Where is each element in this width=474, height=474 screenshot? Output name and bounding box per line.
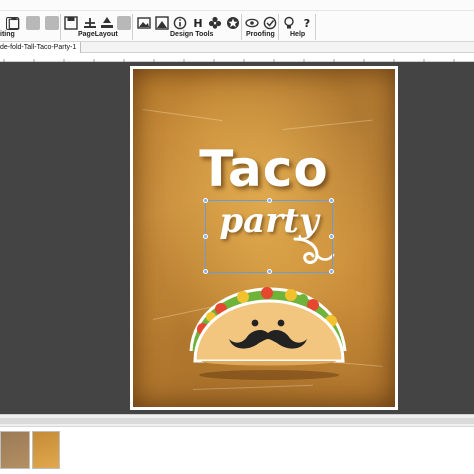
group-label-design-tools: Design Tools: [170, 31, 214, 38]
design-canvas[interactable]: Taco party: [0, 62, 474, 414]
group-label-proofing: Proofing: [246, 31, 275, 38]
scrollbar-thumb[interactable]: [0, 418, 474, 424]
group-separator: [60, 14, 61, 40]
page-thumbnail-strip: [0, 426, 474, 474]
selection-box[interactable]: [203, 198, 334, 274]
taco-illustration[interactable]: [181, 281, 353, 381]
resize-handle[interactable]: [329, 269, 334, 274]
document-tab[interactable]: de-fold-Tall-Taco-Party-1: [0, 42, 82, 53]
group-separator: [315, 14, 316, 40]
group-label-editing: iting: [0, 31, 15, 38]
page-card[interactable]: Taco party: [130, 66, 398, 410]
resize-handle[interactable]: [203, 234, 208, 239]
ribbon-toolbar: iting PageLayout H Design Tools Proofing: [0, 0, 474, 42]
resize-handle[interactable]: [329, 198, 334, 203]
eye-icon[interactable]: [244, 15, 260, 31]
page-thumbnail-1[interactable]: [0, 431, 30, 469]
horizontal-ruler: [0, 53, 474, 66]
ribbon-divider: [0, 10, 474, 11]
group-separator: [132, 14, 133, 40]
gear-icon[interactable]: [116, 15, 132, 31]
star-icon[interactable]: [225, 15, 241, 31]
h-icon[interactable]: H: [190, 15, 206, 31]
plus-icon[interactable]: [82, 15, 98, 31]
undo-icon[interactable]: [25, 15, 41, 31]
resize-handle[interactable]: [329, 234, 334, 239]
group-label-pagelayout: PageLayout: [78, 31, 118, 38]
bulb-icon[interactable]: [281, 15, 297, 31]
spell-icon[interactable]: [262, 15, 278, 31]
save-icon[interactable]: [63, 15, 79, 31]
resize-handle[interactable]: [203, 198, 208, 203]
group-label-help: Help: [290, 31, 306, 38]
redo-icon[interactable]: [44, 15, 60, 31]
group-separator: [278, 14, 279, 40]
poster-title[interactable]: Taco: [133, 141, 395, 197]
paste-icon[interactable]: [8, 15, 20, 31]
document-tab-bar: de-fold-Tall-Taco-Party-1: [0, 42, 474, 53]
resize-handle[interactable]: [267, 198, 272, 203]
resize-handle[interactable]: [267, 269, 272, 274]
horizontal-scrollbar[interactable]: [0, 414, 474, 426]
poster-background[interactable]: Taco party: [133, 69, 395, 407]
group-separator: [241, 14, 242, 40]
flower-icon[interactable]: [207, 15, 223, 31]
image-icon[interactable]: [136, 15, 152, 31]
info-icon[interactable]: [172, 15, 188, 31]
align-icon[interactable]: [99, 15, 115, 31]
photo-icon[interactable]: [154, 15, 170, 31]
resize-handle[interactable]: [203, 269, 208, 274]
question-icon[interactable]: ?: [299, 15, 315, 31]
page-thumbnail-2[interactable]: [32, 431, 60, 469]
